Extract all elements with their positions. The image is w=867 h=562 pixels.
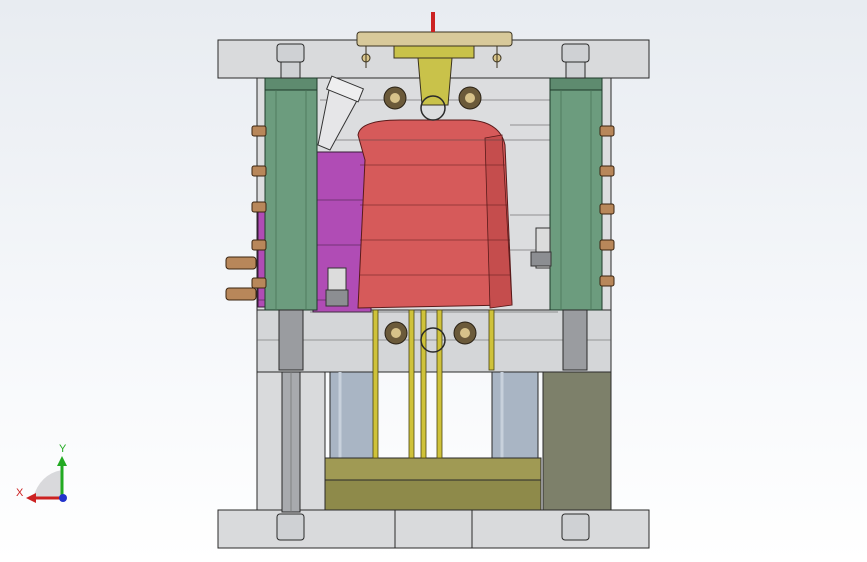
guide-pillar-left: [264, 77, 318, 311]
sprue-marker: [431, 12, 435, 32]
guide-pillar-right: [549, 77, 603, 311]
z-axis-dot: [59, 494, 67, 502]
mold-assembly-drawing: [26, 12, 650, 549]
cad-viewport[interactable]: X Y: [0, 0, 867, 562]
x-axis-label: X: [16, 487, 24, 499]
ejector-plate: [324, 457, 542, 511]
coordinate-triad: [26, 456, 67, 503]
y-axis-label: Y: [59, 443, 67, 455]
support-pillars: [329, 371, 539, 459]
mold-core: [357, 119, 513, 309]
side-block: [542, 371, 612, 511]
